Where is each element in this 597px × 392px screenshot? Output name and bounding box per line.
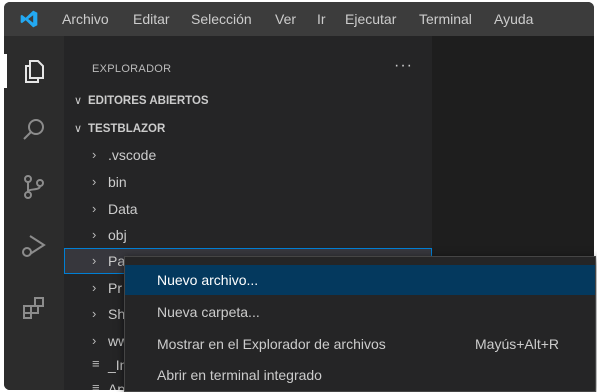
open-editors-header[interactable]: ∨ EDITORES ABIERTOS (72, 94, 209, 107)
active-indicator (4, 54, 7, 88)
vscode-logo-icon (20, 10, 38, 28)
menu-item-label: Nuevo archivo... (157, 272, 259, 288)
menu-item-label: Mostrar en el Explorador de archivos (157, 336, 386, 352)
menu-editar[interactable]: Editar (133, 11, 170, 27)
project-label: TESTBLAZOR (88, 123, 166, 135)
menu-terminal[interactable]: Terminal (419, 11, 472, 27)
menu-bar: Archivo Editar Selección Ver Ir Ejecutar… (4, 2, 594, 36)
explorer-icon[interactable] (20, 58, 48, 86)
chevron-right-icon: › (92, 306, 97, 321)
tree-item-label: bin (108, 174, 127, 190)
explorer-title: EXPLORADOR (92, 63, 172, 75)
tree-folder-obj[interactable]: › obj (64, 222, 432, 248)
file-lines-icon: ≡ (92, 380, 100, 390)
tree-item-label: .vscode (108, 147, 157, 163)
menu-ver[interactable]: Ver (275, 11, 296, 27)
menu-archivo[interactable]: Archivo (62, 11, 109, 27)
chevron-right-icon: › (92, 280, 97, 295)
run-debug-icon[interactable] (20, 232, 48, 260)
source-control-icon[interactable] (20, 173, 48, 201)
menu-item-new-file[interactable]: Nuevo archivo... (125, 265, 595, 295)
context-menu: Nuevo archivo... Nueva carpeta... Mostra… (124, 256, 596, 392)
chevron-down-icon: ∨ (73, 123, 83, 135)
search-icon[interactable] (20, 116, 48, 144)
menu-item-new-folder[interactable]: Nueva carpeta... (125, 297, 595, 327)
activity-bar (4, 36, 64, 390)
menu-item-label: Nueva carpeta... (157, 304, 260, 320)
tree-folder-vscode[interactable]: › .vscode (64, 142, 432, 168)
extensions-icon[interactable] (20, 294, 48, 322)
chevron-right-icon: › (92, 227, 97, 242)
tree-folder-data[interactable]: › Data (64, 196, 432, 222)
tree-item-label: Pa (108, 253, 126, 269)
tree-item-label: obj (108, 227, 127, 243)
chevron-right-icon: › (92, 147, 97, 162)
project-header[interactable]: ∨ TESTBLAZOR (72, 122, 165, 135)
menu-ir[interactable]: Ir (317, 11, 326, 27)
tree-item-label: Ap (108, 381, 126, 390)
menu-ayuda[interactable]: Ayuda (494, 11, 533, 27)
tree-item-label: Pr (108, 280, 122, 296)
chevron-right-icon: › (92, 253, 97, 268)
open-editors-label: EDITORES ABIERTOS (88, 95, 209, 107)
menu-item-label: Abrir en terminal integrado (157, 367, 322, 383)
menu-item-shortcut: Mayús+Alt+R (475, 336, 560, 352)
tree-item-label: Sh (108, 306, 126, 322)
menu-item-reveal-in-explorer[interactable]: Mostrar en el Explorador de archivos May… (125, 329, 595, 359)
chevron-right-icon: › (92, 333, 97, 348)
chevron-down-icon: ∨ (73, 95, 83, 107)
tree-item-label: Data (108, 201, 138, 217)
tree-folder-bin[interactable]: › bin (64, 169, 432, 195)
menu-item-open-terminal[interactable]: Abrir en terminal integrado (125, 360, 595, 390)
chevron-right-icon: › (92, 174, 97, 189)
menu-seleccion[interactable]: Selección (191, 11, 252, 27)
menu-ejecutar[interactable]: Ejecutar (345, 11, 396, 27)
more-actions-button[interactable]: ··· (394, 57, 413, 75)
chevron-right-icon: › (92, 201, 97, 216)
file-lines-icon: ≡ (92, 356, 100, 371)
